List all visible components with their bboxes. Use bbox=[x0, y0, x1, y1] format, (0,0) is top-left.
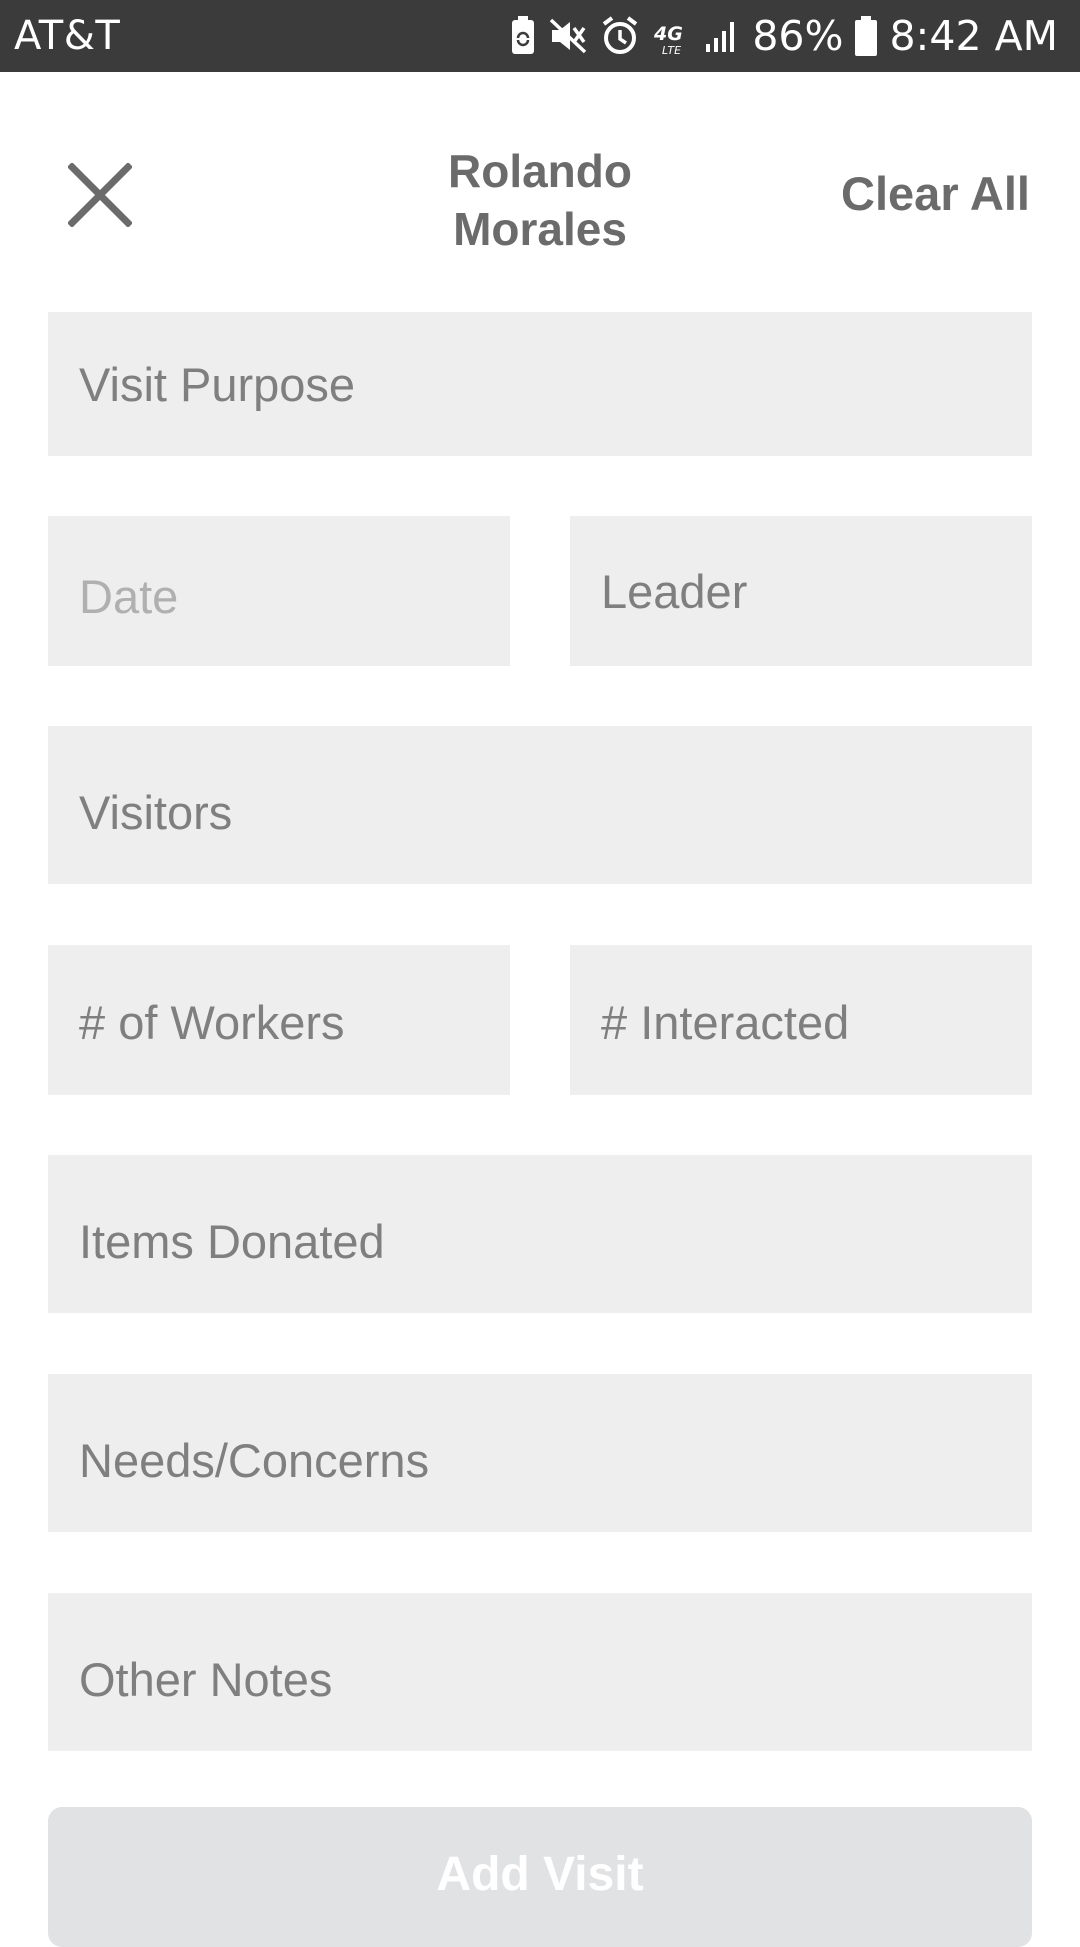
add-visit-button[interactable]: Add Visit bbox=[48, 1807, 1032, 1947]
signal-icon bbox=[704, 18, 740, 54]
vibrate-icon bbox=[548, 16, 588, 56]
date-field[interactable]: Date bbox=[48, 516, 510, 666]
visit-purpose-field[interactable]: Visit Purpose bbox=[48, 312, 1032, 456]
leader-placeholder: Leader bbox=[601, 564, 748, 618]
lte-icon: 4G LTE bbox=[652, 16, 692, 56]
title-last-name: Morales bbox=[453, 203, 627, 255]
interacted-count-placeholder: # Interacted bbox=[601, 995, 850, 1049]
needs-concerns-placeholder: Needs/Concerns bbox=[79, 1433, 430, 1487]
add-visit-label: Add Visit bbox=[436, 1848, 644, 1901]
needs-concerns-field[interactable]: Needs/Concerns bbox=[48, 1374, 1032, 1532]
clock: 8:42 AM bbox=[889, 12, 1058, 60]
items-donated-placeholder: Items Donated bbox=[79, 1214, 385, 1268]
close-button[interactable] bbox=[60, 157, 140, 237]
leader-field[interactable]: Leader bbox=[570, 516, 1032, 666]
status-bar: AT&T 4G LTE 86% 8:42 AM bbox=[0, 0, 1080, 72]
visit-purpose-placeholder: Visit Purpose bbox=[79, 357, 356, 411]
alarm-icon bbox=[600, 16, 640, 56]
workers-count-placeholder: # of Workers bbox=[79, 995, 345, 1049]
battery-percent: 86% bbox=[752, 12, 844, 60]
other-notes-placeholder: Other Notes bbox=[79, 1652, 333, 1706]
workers-count-field[interactable]: # of Workers bbox=[48, 945, 510, 1095]
visitors-field[interactable]: Visitors bbox=[48, 726, 1032, 884]
svg-text:4G: 4G bbox=[653, 23, 683, 45]
title-first-name: Rolando bbox=[448, 145, 632, 197]
visitors-placeholder: Visitors bbox=[79, 785, 233, 839]
items-donated-field[interactable]: Items Donated bbox=[48, 1155, 1032, 1313]
page-title: Rolando Morales bbox=[390, 142, 690, 258]
status-icons: 4G LTE 86% 8:42 AM bbox=[510, 12, 1058, 60]
other-notes-field[interactable]: Other Notes bbox=[48, 1593, 1032, 1751]
battery-icon bbox=[855, 16, 878, 56]
header: Rolando Morales Clear All bbox=[0, 72, 1080, 312]
carrier-label: AT&T bbox=[14, 13, 121, 59]
close-icon bbox=[67, 161, 133, 232]
date-placeholder: Date bbox=[79, 569, 179, 623]
svg-text:LTE: LTE bbox=[662, 44, 681, 56]
interacted-count-field[interactable]: # Interacted bbox=[570, 945, 1032, 1095]
clear-all-button[interactable]: Clear All bbox=[841, 166, 1030, 221]
battery-saver-icon bbox=[510, 16, 536, 56]
